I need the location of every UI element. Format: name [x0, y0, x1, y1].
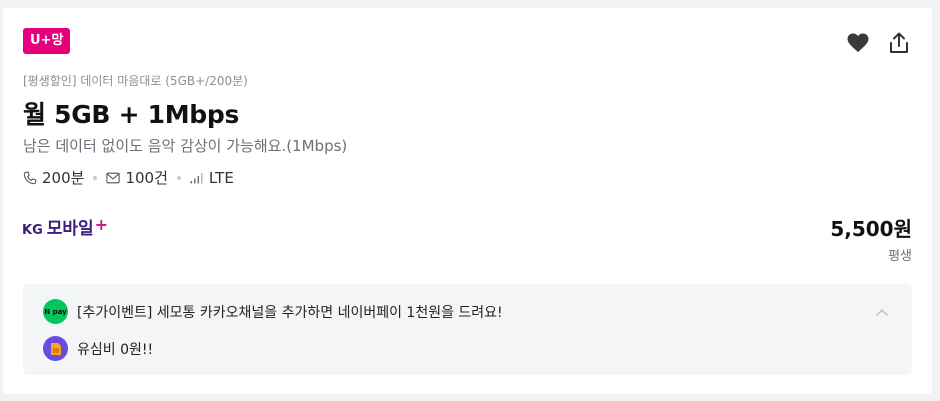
sim-card-glyph [50, 342, 61, 355]
carrier-logo-kg: KG [22, 223, 43, 238]
event-text: [추가이벤트] 세모통 카카오채널을 추가하면 네이버페이 1천원을 드려요! [77, 304, 503, 321]
event-text: 유심비 0원!! [77, 341, 154, 358]
network-badge: U+망 [23, 28, 71, 54]
carrier-logo-plus: + [94, 215, 109, 234]
event-item: N pay [추가이벤트] 세모통 카카오채널을 추가하면 네이버페이 1천원을… [43, 299, 503, 324]
chevron-up-icon[interactable] [874, 304, 890, 320]
plan-subtitle: [평생할인] 데이터 마음대로 (5GB+/200분) [23, 74, 248, 88]
sms-count: 100건 [125, 169, 168, 187]
sms-spec: 100건 [106, 167, 168, 188]
share-button[interactable] [886, 30, 912, 56]
heart-icon [847, 33, 869, 53]
share-icon [890, 32, 908, 53]
plan-description: 남은 데이터 없이도 음악 감상이 가능해요.(1Mbps) [23, 137, 348, 155]
call-spec: 200분 [23, 167, 84, 188]
network-type: LTE [208, 168, 234, 187]
network-spec: LTE [190, 169, 234, 187]
favorite-button[interactable] [845, 30, 871, 56]
price-period: 평생 [888, 249, 912, 264]
sim-card-icon [43, 336, 68, 361]
signal-icon [190, 172, 203, 183]
npay-icon: N pay [43, 299, 68, 324]
carrier-logo: KG 모바일 + [22, 214, 108, 239]
plan-specs: 200분 100건 LTE [23, 167, 234, 188]
separator-dot [93, 175, 98, 180]
event-box[interactable]: N pay [추가이벤트] 세모통 카카오채널을 추가하면 네이버페이 1천원을… [23, 284, 912, 375]
phone-icon [23, 171, 37, 184]
carrier-logo-name: 모바일 [46, 219, 94, 239]
call-minutes: 200분 [42, 169, 85, 187]
price: 5,500원 [830, 217, 912, 241]
event-item: 유심비 0원!! [43, 336, 153, 361]
separator-dot [176, 175, 181, 180]
mail-icon [106, 172, 121, 183]
plan-card[interactable]: U+망 [평생할인] 데이터 마음대로 (5GB+/200분) 월 5GB + … [3, 8, 932, 394]
plan-title: 월 5GB + 1Mbps [23, 100, 240, 129]
